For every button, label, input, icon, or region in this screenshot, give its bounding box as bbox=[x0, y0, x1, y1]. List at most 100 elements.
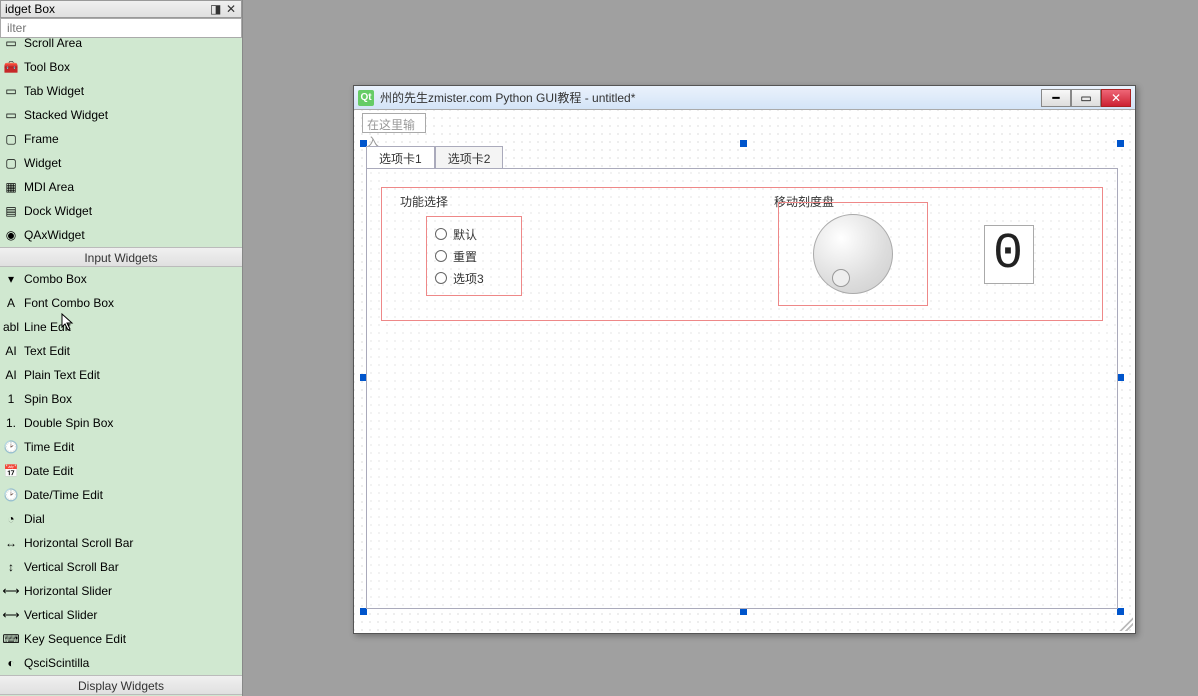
widget-item-text-edit[interactable]: AIText Edit bbox=[0, 339, 242, 363]
selection-handle[interactable] bbox=[360, 608, 367, 615]
dial-widget[interactable] bbox=[813, 214, 893, 294]
tab-2[interactable]: 选项卡2 bbox=[435, 146, 504, 168]
selection-handle[interactable] bbox=[1117, 140, 1124, 147]
design-canvas[interactable]: Qt 州的先生zmister.com Python GUI教程 - untitl… bbox=[243, 0, 1198, 696]
window-title: 州的先生zmister.com Python GUI教程 - untitled* bbox=[380, 89, 1041, 106]
widget-item-label: Text Edit bbox=[24, 344, 70, 358]
widget-item-frame[interactable]: ▢Frame bbox=[0, 127, 242, 151]
radio-layout[interactable]: 默认 重置 选项3 bbox=[426, 216, 522, 296]
widget-item-horizontal-scroll-bar[interactable]: ↔ Horizontal Scroll Bar bbox=[0, 531, 242, 555]
form-window[interactable]: Qt 州的先生zmister.com Python GUI教程 - untitl… bbox=[353, 85, 1136, 634]
lcd-number: 0 bbox=[984, 225, 1034, 284]
radio-icon bbox=[435, 228, 447, 240]
widget-item-horizontal-slider[interactable]: ⟷ Horizontal Slider bbox=[0, 579, 242, 603]
line-edit-icon: abl bbox=[4, 320, 18, 334]
key-sequence-edit-icon: ⌨ bbox=[4, 632, 18, 646]
widget-item-key-sequence-edit[interactable]: ⌨ Key Sequence Edit bbox=[0, 627, 242, 651]
vertical-scroll-bar-icon: ↕ bbox=[4, 560, 18, 574]
category-display-widgets[interactable]: Display Widgets bbox=[0, 675, 242, 695]
window-titlebar[interactable]: Qt 州的先生zmister.com Python GUI教程 - untitl… bbox=[354, 86, 1135, 110]
time-edit-icon: 🕑 bbox=[4, 440, 18, 454]
widget-item-label: Vertical Scroll Bar bbox=[24, 560, 119, 574]
form-design-area[interactable]: 在这里输入 选项卡1 选项卡2 功能选择 bbox=[354, 110, 1135, 633]
lineedit-widget[interactable]: 在这里输入 bbox=[362, 113, 426, 133]
horizontal-slider-icon: ⟷ bbox=[4, 584, 18, 598]
widget-item-dial[interactable]: ◔Dial bbox=[0, 507, 242, 531]
widget-item-date-time-edit[interactable]: 🕑Date/Time Edit bbox=[0, 483, 242, 507]
widget-item-qsciscintilla[interactable]: ◐ QsciScintilla bbox=[0, 651, 242, 675]
resize-grip-icon[interactable] bbox=[1119, 617, 1133, 631]
vertical-slider-icon: ⟷ bbox=[4, 608, 18, 622]
widget-item-label: Spin Box bbox=[24, 392, 72, 406]
qsciscintilla-icon: ◐ bbox=[4, 656, 18, 670]
selection-handle[interactable] bbox=[740, 608, 747, 615]
radio-reset[interactable]: 重置 bbox=[435, 245, 513, 267]
widget-item-mdi-area[interactable]: ▦MDI Area bbox=[0, 175, 242, 199]
selection-handle[interactable] bbox=[1117, 374, 1124, 381]
minimize-button[interactable]: ━ bbox=[1041, 89, 1071, 107]
dock-close-icon[interactable]: ✕ bbox=[225, 2, 237, 16]
horizontal-layout[interactable]: 功能选择 默认 重置 选项3 移动刻度盘 bbox=[381, 187, 1103, 321]
widget-item-label: MDI Area bbox=[24, 180, 74, 194]
widget-item-label: Widget bbox=[24, 156, 61, 170]
dock-float-icon[interactable]: ◨ bbox=[210, 2, 222, 16]
widget-item-label: Plain Text Edit bbox=[24, 368, 100, 382]
close-button[interactable]: ✕ bbox=[1101, 89, 1131, 107]
widget-item-widget[interactable]: ▢Widget bbox=[0, 151, 242, 175]
widget-item-label: Horizontal Scroll Bar bbox=[24, 536, 133, 550]
widget-item-label: Date/Time Edit bbox=[24, 488, 103, 502]
category-input-widgets[interactable]: Input Widgets bbox=[0, 247, 242, 267]
filter-input[interactable] bbox=[0, 18, 242, 38]
horizontal-scroll-bar-icon: ↔ bbox=[4, 536, 18, 550]
lcd-container: 0 bbox=[934, 202, 1084, 306]
widget-item-label: Horizontal Slider bbox=[24, 584, 112, 598]
widget-item-vertical-scroll-bar[interactable]: ↕ Vertical Scroll Bar bbox=[0, 555, 242, 579]
app-icon: Qt bbox=[358, 90, 374, 106]
widget-item-combo-box[interactable]: ▾Combo Box bbox=[0, 267, 242, 291]
widget-item-label: Combo Box bbox=[24, 272, 87, 286]
tab-page[interactable]: 功能选择 默认 重置 选项3 移动刻度盘 bbox=[366, 168, 1118, 609]
widget-item-tab-widget[interactable]: ▭Tab Widget bbox=[0, 79, 242, 103]
radio-icon bbox=[435, 250, 447, 262]
groupbox-dial[interactable]: 移动刻度盘 0 bbox=[764, 194, 1096, 314]
widget-item-scroll-area[interactable]: ▭Scroll Area bbox=[0, 38, 242, 55]
groupbox-title: 功能选择 bbox=[398, 193, 450, 210]
widget-item-dock-widget[interactable]: ▤ Dock Widget bbox=[0, 199, 242, 223]
frame-icon: ▢ bbox=[4, 132, 18, 146]
groupbox-functions[interactable]: 功能选择 默认 重置 选项3 bbox=[390, 194, 736, 314]
widget-item-label: Stacked Widget bbox=[24, 108, 108, 122]
widget-item-label: QsciScintilla bbox=[24, 656, 89, 670]
widget-item-line-edit[interactable]: ablLine Edit bbox=[0, 315, 242, 339]
widget-item-label: Dial bbox=[24, 512, 45, 526]
widget-item-double-spin-box[interactable]: 1.Double Spin Box bbox=[0, 411, 242, 435]
widget-item-label: Key Sequence Edit bbox=[24, 632, 126, 646]
spin-box-icon: 1 bbox=[4, 392, 18, 406]
widget-item-label: Scroll Area bbox=[24, 38, 82, 50]
widget-item-spin-box[interactable]: 1 Spin Box bbox=[0, 387, 242, 411]
tab-1[interactable]: 选项卡1 bbox=[366, 146, 435, 168]
widget-item-plain-text-edit[interactable]: AIPlain Text Edit bbox=[0, 363, 242, 387]
widget-item-label: Vertical Slider bbox=[24, 608, 97, 622]
widget-item-label: Date Edit bbox=[24, 464, 73, 478]
tab-widget[interactable]: 选项卡1 选项卡2 功能选择 默认 重置 选项3 bbox=[366, 146, 1118, 609]
dock-widget-icon: ▤ bbox=[4, 204, 18, 218]
selection-handle[interactable] bbox=[1117, 608, 1124, 615]
widget-item-stacked-widget[interactable]: ▭Stacked Widget bbox=[0, 103, 242, 127]
widget-item-label: Dock Widget bbox=[24, 204, 92, 218]
widget-item-label: Time Edit bbox=[24, 440, 74, 454]
font-combo-box-icon: A bbox=[4, 296, 18, 310]
radio-default[interactable]: 默认 bbox=[435, 223, 513, 245]
widget-item-date-edit[interactable]: 📅Date Edit bbox=[0, 459, 242, 483]
widget-box-panel: idget Box ◨ ✕ ▭Scroll Area🧰Tool Box▭Tab … bbox=[0, 0, 243, 696]
widget-item-qaxwidget[interactable]: ◉QAxWidget bbox=[0, 223, 242, 247]
tab-widget-icon: ▭ bbox=[4, 84, 18, 98]
double-spin-box-icon: 1. bbox=[4, 416, 18, 430]
dock-titlebar: idget Box ◨ ✕ bbox=[0, 0, 242, 18]
maximize-button[interactable]: ▭ bbox=[1071, 89, 1101, 107]
radio-option3[interactable]: 选项3 bbox=[435, 267, 513, 289]
widget-item-vertical-slider[interactable]: ⟷ Vertical Slider bbox=[0, 603, 242, 627]
widget-item-font-combo-box[interactable]: AFont Combo Box bbox=[0, 291, 242, 315]
widget-item-tool-box[interactable]: 🧰Tool Box bbox=[0, 55, 242, 79]
widget-item-time-edit[interactable]: 🕑 Time Edit bbox=[0, 435, 242, 459]
widget-list[interactable]: ▭Scroll Area🧰Tool Box▭Tab Widget▭Stacked… bbox=[0, 38, 242, 696]
